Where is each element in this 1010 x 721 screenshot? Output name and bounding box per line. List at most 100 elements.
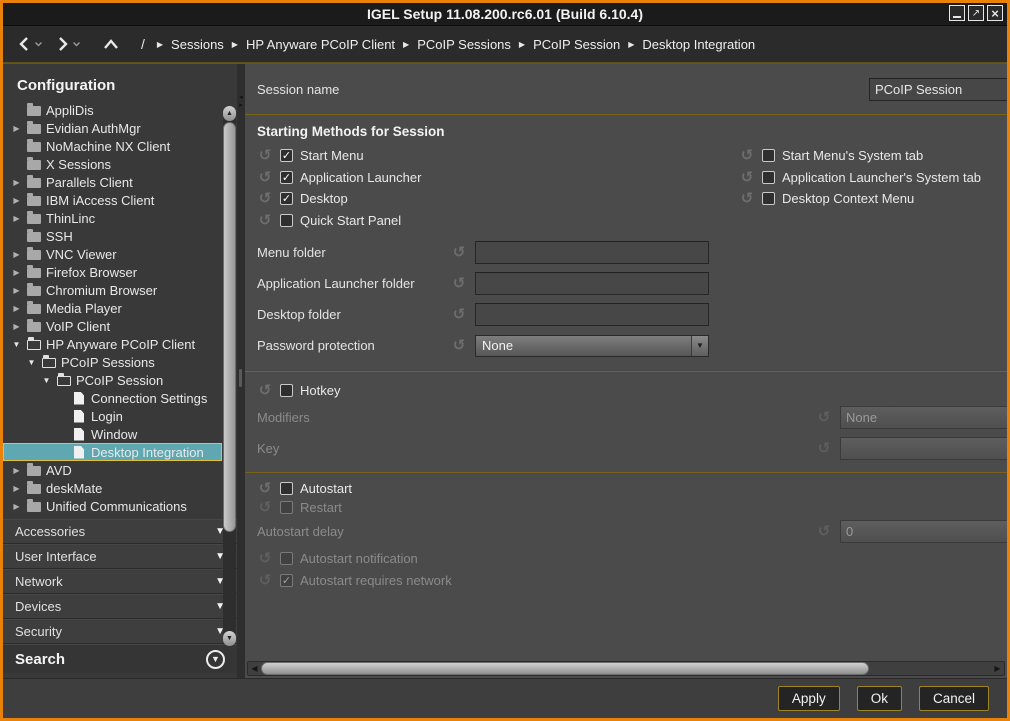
tree-item-login[interactable]: Login: [3, 407, 222, 425]
splitter-grip[interactable]: [239, 369, 242, 387]
start-menu-s-system-tab-checkbox[interactable]: [762, 149, 775, 162]
expander-expanded-icon[interactable]: ▼: [41, 376, 52, 385]
apply-button[interactable]: Apply: [778, 686, 840, 711]
search-expand-icon[interactable]: ▼: [206, 650, 225, 669]
reset-icon[interactable]: ↺: [739, 191, 755, 206]
expander-collapsed-icon[interactable]: ▶: [11, 250, 22, 259]
expander-collapsed-icon[interactable]: ▶: [11, 178, 22, 187]
tree-item-firefox-browser[interactable]: ▶Firefox Browser: [3, 263, 222, 281]
back-button[interactable]: [13, 34, 47, 54]
breadcrumb-item-pcoip-sessions[interactable]: PCoIP Sessions: [417, 37, 511, 52]
tree-item-media-player[interactable]: ▶Media Player: [3, 299, 222, 317]
cancel-button[interactable]: Cancel: [919, 686, 989, 711]
minimize-button[interactable]: [949, 5, 965, 21]
application-launcher-s-system-tab-checkbox[interactable]: [762, 171, 775, 184]
reset-icon[interactable]: ↺: [451, 276, 467, 291]
password-protection-dropdown[interactable]: None▼: [475, 335, 709, 357]
tree-item-applidis[interactable]: AppliDis: [3, 101, 222, 119]
application-launcher-folder-input[interactable]: [475, 272, 709, 295]
tree-item-chromium-browser[interactable]: ▶Chromium Browser: [3, 281, 222, 299]
desktop-folder-input[interactable]: [475, 303, 709, 326]
reset-icon[interactable]: ↺: [257, 170, 273, 185]
reset-icon[interactable]: ↺: [451, 245, 467, 260]
session-name-input[interactable]: [869, 78, 1007, 101]
ok-button[interactable]: Ok: [857, 686, 902, 711]
tree-item-ssh[interactable]: SSH: [3, 227, 222, 245]
sidebar-category-accessories[interactable]: Accessories▼: [3, 519, 237, 544]
reset-icon[interactable]: ↺: [451, 338, 467, 353]
expander-collapsed-icon[interactable]: ▶: [11, 322, 22, 331]
tree-item-desktop-integration[interactable]: Desktop Integration: [3, 443, 222, 461]
reset-icon[interactable]: ↺: [739, 148, 755, 163]
horizontal-scrollbar-thumb[interactable]: [261, 662, 869, 675]
tree-item-hp-anyware-pcoip-client[interactable]: ▼HP Anyware PCoIP Client: [3, 335, 222, 353]
sidebar-category-network[interactable]: Network▼: [3, 569, 237, 594]
tree-item-avd[interactable]: ▶AVD: [3, 461, 222, 479]
scroll-right-icon[interactable]: ▶: [991, 664, 1004, 673]
desktop-context-menu-checkbox[interactable]: [762, 192, 775, 205]
sidebar-scrollbar[interactable]: ▲ ▼: [223, 106, 236, 646]
expander-collapsed-icon[interactable]: ▶: [11, 502, 22, 511]
sidebar-category-security[interactable]: Security▼: [3, 619, 237, 644]
tree-item-connection-settings[interactable]: Connection Settings: [3, 389, 222, 407]
reset-icon[interactable]: ↺: [257, 191, 273, 206]
expander-collapsed-icon[interactable]: ▶: [11, 304, 22, 313]
panel-splitter[interactable]: ◂ ▸: [237, 64, 245, 678]
desktop-checkbox[interactable]: ✓: [280, 192, 293, 205]
sidebar-category-devices[interactable]: Devices▼: [3, 594, 237, 619]
settings-panel: Session name Starting Methods for Sessio…: [245, 64, 1007, 678]
autostart-checkbox[interactable]: [280, 482, 293, 495]
tree-item-voip-client[interactable]: ▶VoIP Client: [3, 317, 222, 335]
expander-collapsed-icon[interactable]: ▶: [11, 196, 22, 205]
reset-icon[interactable]: ↺: [739, 170, 755, 185]
close-button[interactable]: ×: [987, 5, 1003, 21]
scroll-left-icon[interactable]: ◀: [248, 664, 261, 673]
expander-expanded-icon[interactable]: ▼: [11, 340, 22, 349]
splitter-collapse-icon[interactable]: ◂ ▸: [237, 94, 245, 110]
scroll-up-button[interactable]: ▲: [223, 106, 236, 121]
start-menu-checkbox[interactable]: ✓: [280, 149, 293, 162]
sidebar-category-user-interface[interactable]: User Interface▼: [3, 544, 237, 569]
expander-collapsed-icon[interactable]: ▶: [11, 484, 22, 493]
reset-icon[interactable]: ↺: [257, 213, 273, 228]
tree-item-ibm-iaccess-client[interactable]: ▶IBM iAccess Client: [3, 191, 222, 209]
folder-icon: [27, 196, 41, 206]
tree-item-evidian-authmgr[interactable]: ▶Evidian AuthMgr: [3, 119, 222, 137]
expander-collapsed-icon[interactable]: ▶: [11, 214, 22, 223]
breadcrumb-item-hp-anyware-pcoip-client[interactable]: HP Anyware PCoIP Client: [246, 37, 395, 52]
hotkey-checkbox[interactable]: [280, 384, 293, 397]
scroll-down-button[interactable]: ▼: [223, 631, 236, 646]
tree-item-parallels-client[interactable]: ▶Parallels Client: [3, 173, 222, 191]
expander-collapsed-icon[interactable]: ▶: [11, 466, 22, 475]
reset-icon[interactable]: ↺: [257, 148, 273, 163]
tree-item-vnc-viewer[interactable]: ▶VNC Viewer: [3, 245, 222, 263]
tree-item-nomachine-nx-client[interactable]: NoMachine NX Client: [3, 137, 222, 155]
tree-item-pcoip-session[interactable]: ▼PCoIP Session: [3, 371, 222, 389]
tree-item-pcoip-sessions[interactable]: ▼PCoIP Sessions: [3, 353, 222, 371]
tree-item-x-sessions[interactable]: X Sessions: [3, 155, 222, 173]
reset-icon[interactable]: ↺: [257, 383, 273, 398]
sidebar-scrollbar-thumb[interactable]: [223, 122, 236, 532]
reset-icon[interactable]: ↺: [257, 481, 273, 496]
tree-item-unified-communications[interactable]: ▶Unified Communications: [3, 497, 222, 515]
menu-folder-input[interactable]: [475, 241, 709, 264]
quick-start-panel-checkbox[interactable]: [280, 214, 293, 227]
horizontal-scrollbar[interactable]: ◀ ▶: [247, 661, 1005, 676]
expander-collapsed-icon[interactable]: ▶: [11, 286, 22, 295]
expander-collapsed-icon[interactable]: ▶: [11, 268, 22, 277]
up-button[interactable]: [99, 36, 123, 53]
breadcrumb-item-pcoip-session[interactable]: PCoIP Session: [533, 37, 620, 52]
breadcrumb-item-sessions[interactable]: Sessions: [171, 37, 224, 52]
tree-item-thinlinc[interactable]: ▶ThinLinc: [3, 209, 222, 227]
sidebar-search[interactable]: Search ▼: [3, 644, 237, 673]
tree-item-deskmate[interactable]: ▶deskMate: [3, 479, 222, 497]
application-launcher-checkbox[interactable]: ✓: [280, 171, 293, 184]
tree-item-window[interactable]: Window: [3, 425, 222, 443]
dropdown-arrow-icon[interactable]: ▼: [691, 336, 708, 356]
forward-button[interactable]: [51, 34, 85, 54]
expander-expanded-icon[interactable]: ▼: [26, 358, 37, 367]
maximize-button[interactable]: ↗: [968, 5, 984, 21]
expander-collapsed-icon[interactable]: ▶: [11, 124, 22, 133]
reset-icon[interactable]: ↺: [451, 307, 467, 322]
breadcrumb-item-desktop-integration[interactable]: Desktop Integration: [642, 37, 755, 52]
